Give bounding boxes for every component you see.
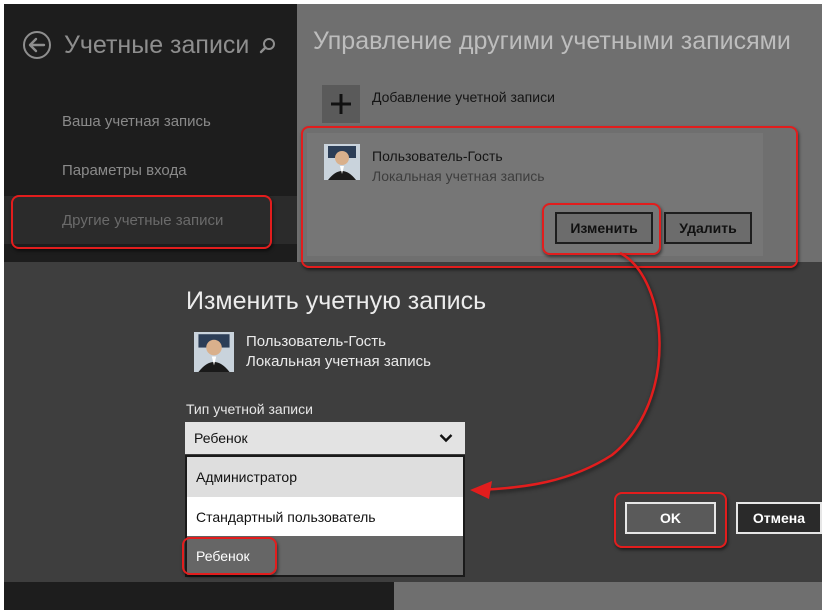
search-icon[interactable]: [258, 36, 278, 56]
add-account-label[interactable]: Добавление учетной записи: [372, 89, 555, 105]
option-administrator[interactable]: Администратор: [187, 457, 463, 497]
highlight-edit-button: [542, 203, 661, 255]
account-type-label: Тип учетной записи: [186, 401, 313, 417]
option-standard-user[interactable]: Стандартный пользователь: [187, 497, 463, 537]
account-type-select[interactable]: Ребенок: [185, 422, 465, 454]
account-type-selected-value: Ребенок: [194, 430, 248, 446]
cancel-button[interactable]: Отмена: [736, 502, 822, 534]
dialog-account-type: Локальная учетная запись: [246, 353, 431, 370]
sidebar-bottom: [4, 582, 394, 610]
highlight-other-accounts: [11, 195, 272, 249]
highlight-child-option: [182, 537, 277, 575]
sidebar-item-sign-in-options[interactable]: Параметры входа: [62, 162, 187, 179]
back-arrow-icon[interactable]: [22, 30, 52, 60]
dialog-title: Изменить учетную запись: [186, 287, 487, 315]
chevron-down-icon: [439, 434, 453, 443]
page-title: Управление другими учетными записями: [313, 27, 791, 55]
add-account-button[interactable]: [322, 85, 360, 123]
plus-icon: [331, 94, 351, 114]
user-avatar-icon: [194, 332, 234, 372]
highlight-ok-button: [614, 492, 727, 548]
dialog-account-name: Пользователь-Гость: [246, 333, 386, 350]
sidebar-item-your-account[interactable]: Ваша учетная запись: [62, 113, 211, 130]
main-pane-bottom: [394, 582, 822, 610]
sidebar-title: Учетные записи: [64, 31, 250, 59]
